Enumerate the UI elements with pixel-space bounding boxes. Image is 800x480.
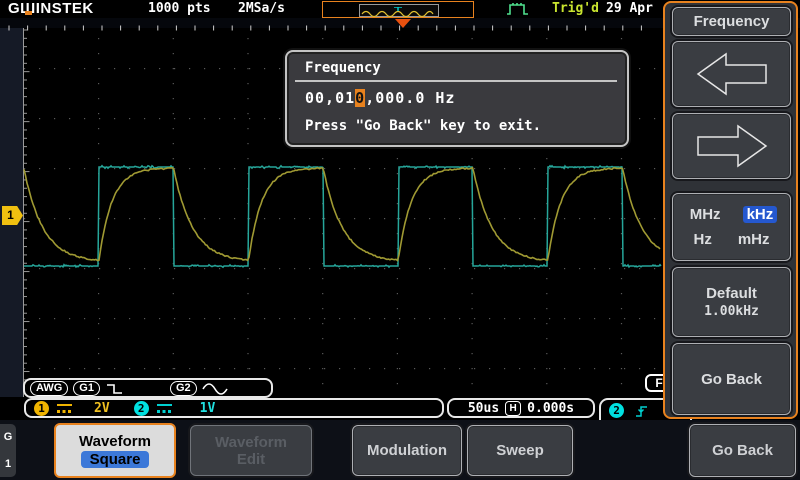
modulation-button[interactable]: Modulation bbox=[352, 425, 462, 476]
waveform-label: Waveform bbox=[79, 433, 151, 450]
oscilloscope-screen: GШINSTEK 1000 pts 2MSa/s Trig'd 29 Apr 1… bbox=[0, 0, 800, 480]
unit-mhz[interactable]: MHz bbox=[686, 206, 725, 223]
unit-select-button[interactable]: MHz kHz Hz mHz bbox=[672, 193, 791, 261]
logo-accent bbox=[25, 11, 32, 15]
trigger-status: Trig'd bbox=[552, 1, 599, 16]
ch1-badge[interactable]: 1 bbox=[34, 401, 49, 416]
logo-rest: INSTEK bbox=[36, 0, 94, 17]
memory-waveform-thumbnail bbox=[359, 4, 439, 17]
sidebar-title: Frequency bbox=[672, 7, 791, 36]
timebase-scale: 50us bbox=[468, 401, 499, 416]
record-length: 1000 pts bbox=[148, 1, 211, 16]
dialog-title: Frequency bbox=[305, 60, 381, 76]
brand-logo: GШINSTEK bbox=[8, 0, 94, 17]
unit-mhz-milli[interactable]: mHz bbox=[734, 231, 774, 248]
cursor-left-button[interactable] bbox=[672, 41, 791, 107]
trigger-source-badge: 2 bbox=[609, 403, 624, 418]
cursor-right-button[interactable] bbox=[672, 113, 791, 179]
ch2-scale: 1V bbox=[200, 401, 216, 416]
timebase-status: 50us H 0.000s bbox=[447, 398, 595, 418]
logo-w-glyph: Ш bbox=[20, 0, 36, 17]
memory-window-indicator bbox=[322, 1, 474, 18]
horizontal-offset: 0.000s bbox=[527, 401, 574, 416]
arrow-right-icon bbox=[692, 120, 772, 172]
frequency-value: 00,010,000.0 Hz bbox=[305, 89, 455, 107]
ch1-scale: 2V bbox=[94, 401, 110, 416]
square-wave-icon bbox=[105, 382, 125, 395]
waveform-button-active[interactable]: Waveform Square bbox=[54, 423, 176, 478]
ch2-dc-coupling-icon bbox=[157, 404, 172, 413]
default-button[interactable]: Default 1.00kHz bbox=[672, 267, 791, 337]
default-label: Default bbox=[706, 285, 757, 302]
waveform-edit-button-disabled: Waveform Edit bbox=[190, 425, 312, 476]
dialog-separator bbox=[295, 80, 617, 82]
waveform-value-pill: Square bbox=[81, 451, 150, 468]
logo-text: G bbox=[8, 0, 20, 17]
horizontal-position-icon: H bbox=[505, 401, 521, 416]
bottom-menu-bar: G 1 Waveform Square Waveform Edit Modula… bbox=[0, 420, 800, 480]
frequency-dialog: Frequency 00,010,000.0 Hz Press "Go Back… bbox=[285, 50, 629, 147]
dialog-hint: Press "Go Back" key to exit. bbox=[305, 118, 541, 134]
softkey-sidebar: Frequency MHz kHz Hz mHz Default 1.00kHz bbox=[663, 1, 798, 419]
sine-wave-icon bbox=[202, 382, 228, 395]
sidebar-go-back-button[interactable]: Go Back bbox=[672, 343, 791, 415]
sample-rate: 2MSa/s bbox=[238, 1, 285, 16]
trigger-position-marker[interactable] bbox=[395, 19, 411, 28]
unit-hz[interactable]: Hz bbox=[689, 231, 715, 248]
generator-tab: G 1 bbox=[0, 424, 16, 477]
ch1-dc-coupling-icon bbox=[57, 404, 72, 413]
rising-edge-trigger-icon bbox=[634, 403, 650, 419]
edit-cursor: 0 bbox=[355, 89, 365, 107]
awg-badge: AWG bbox=[30, 381, 68, 396]
sweep-button[interactable]: Sweep bbox=[467, 425, 573, 476]
arrow-left-icon bbox=[692, 48, 772, 100]
generator-status-bar: AWG G1 G2 bbox=[23, 378, 273, 398]
ch2-badge[interactable]: 2 bbox=[134, 401, 149, 416]
menu-go-back-button[interactable]: Go Back bbox=[689, 424, 796, 477]
run-pulse-icon bbox=[505, 2, 531, 16]
channel-status-bar: 1 2V 2 1V bbox=[24, 398, 444, 418]
g2-badge: G2 bbox=[170, 381, 197, 396]
default-value: 1.00kHz bbox=[704, 304, 759, 319]
unit-khz-selected[interactable]: kHz bbox=[743, 206, 778, 223]
g1-badge: G1 bbox=[73, 381, 100, 396]
thumbnail-sine-icon bbox=[360, 7, 436, 18]
date-display: 29 Apr bbox=[606, 1, 653, 16]
